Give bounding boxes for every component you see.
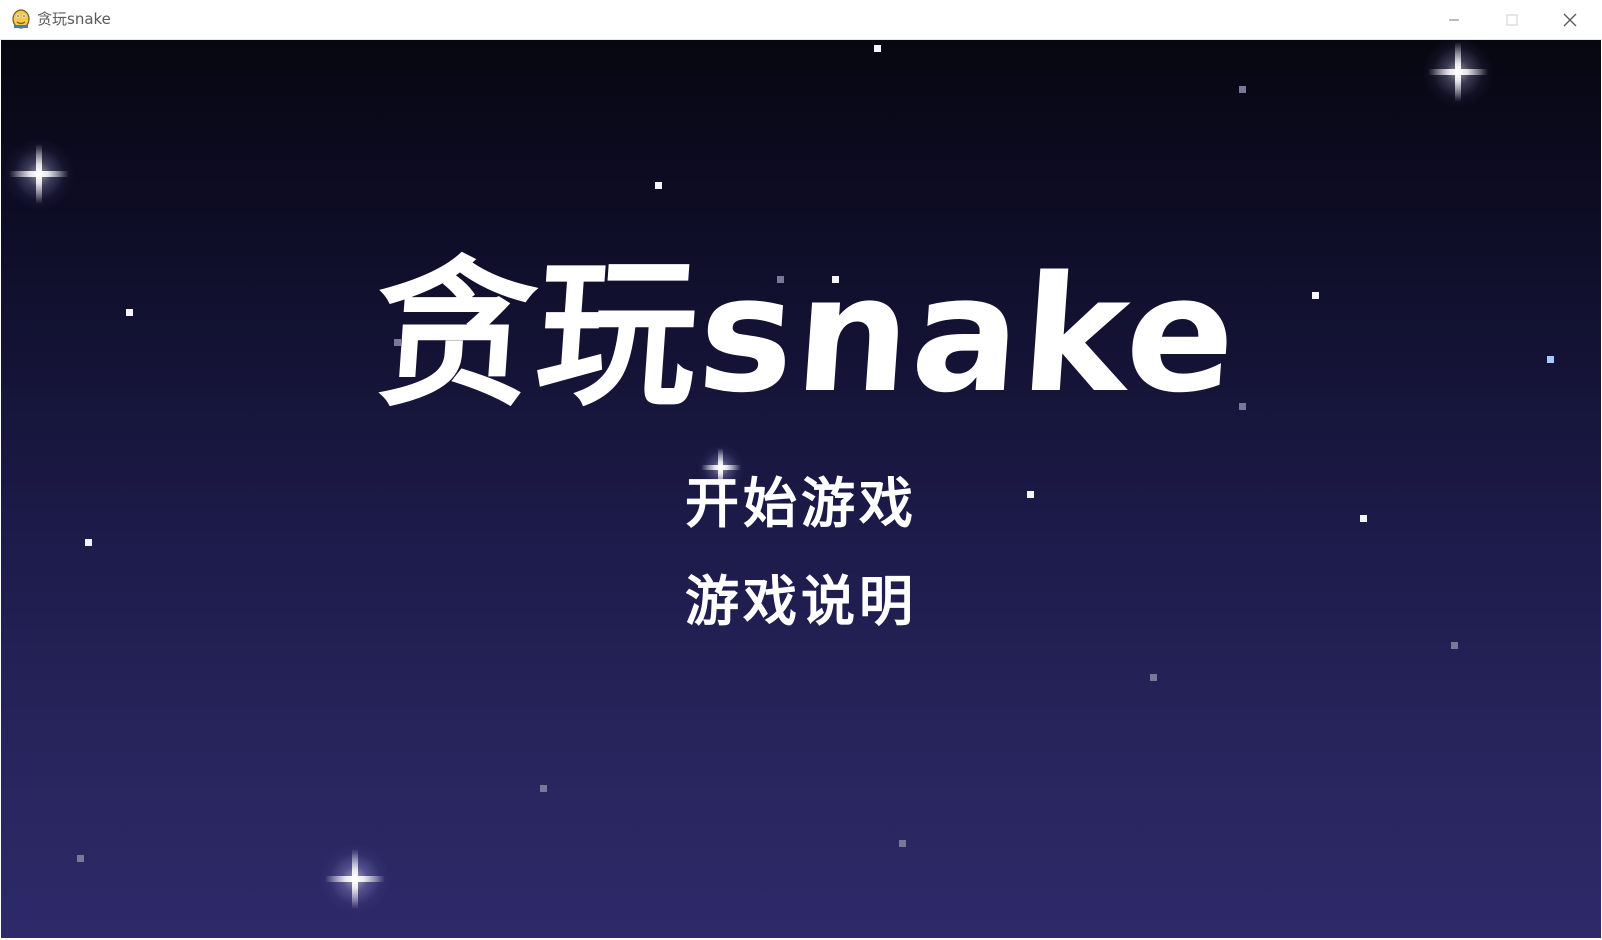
- star: [874, 45, 881, 52]
- window-title: 贪玩snake: [37, 10, 111, 28]
- maximize-icon: [1506, 14, 1518, 25]
- star: [85, 539, 92, 546]
- game-window: 贪玩snake 贪玩snake 开始游戏 游戏说明: [0, 0, 1602, 940]
- twinkle-star: [1422, 40, 1494, 108]
- start-game-button[interactable]: 开始游戏: [601, 472, 1001, 536]
- star: [655, 182, 662, 189]
- twinkle-star: [3, 138, 75, 210]
- star: [126, 309, 133, 316]
- star: [1547, 356, 1554, 363]
- star: [1360, 515, 1367, 522]
- star: [1312, 292, 1319, 299]
- star: [1239, 86, 1246, 93]
- twinkle-star: [319, 843, 391, 915]
- minimize-icon: [1449, 19, 1459, 20]
- game-title: 贪玩snake: [368, 241, 1244, 428]
- close-icon: [1563, 13, 1577, 26]
- star: [899, 840, 906, 847]
- star: [77, 855, 84, 862]
- star: [1239, 403, 1246, 410]
- star: [540, 785, 547, 792]
- star: [1027, 491, 1034, 498]
- minimize-button[interactable]: [1426, 0, 1482, 39]
- title-bar[interactable]: 贪玩snake: [0, 0, 1602, 40]
- close-button[interactable]: [1542, 0, 1598, 39]
- python-snake-icon: [12, 9, 30, 29]
- star: [1451, 642, 1458, 649]
- game-canvas[interactable]: 贪玩snake 开始游戏 游戏说明: [1, 40, 1601, 938]
- maximize-button[interactable]: [1484, 0, 1540, 39]
- star: [1150, 674, 1157, 681]
- game-instructions-button[interactable]: 游戏说明: [601, 570, 1001, 634]
